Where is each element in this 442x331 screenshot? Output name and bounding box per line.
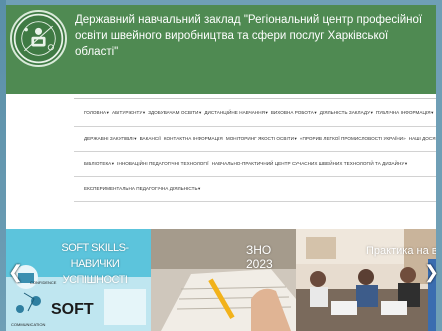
nav-row: БІБЛІОТЕКА▾ ІННОВАЦІЙНІ ПЕДАГОГІЧНІ ТЕХНО… bbox=[74, 152, 436, 177]
chevron-down-icon: ▾ bbox=[142, 109, 146, 115]
nav-row: ГОЛОВНА▾ АБІТУРІЄНТУ▾ ЗДОБУВАЧАМ ОСВІТИ▾ ДИ… bbox=[74, 99, 436, 127]
nav-item-label: АБІТУРІЄНТУ bbox=[112, 109, 143, 115]
nav-item-label: ІННОВАЦІЙНІ ПЕДАГОГІЧНІ ТЕХНОЛОГІЇ bbox=[117, 161, 209, 166]
nav-item-label: НАВЧАЛЬНО-ПРАКТИЧНИЙ ЦЕНТР СУЧАСНИХ ШВЕЙ… bbox=[211, 161, 405, 166]
nav-item[interactable]: «ПРОРИВ ЛЕГКОЇ ПРОМИСЛОВОСТІ УКРАЇНИ» bbox=[300, 136, 406, 142]
chevron-down-icon: ▾ bbox=[265, 109, 268, 115]
nav-item-label: НАШІ ДОСЯГНЕННЯ bbox=[408, 136, 436, 141]
image-slider[interactable]: SOFT SKILLS-НАВИЧКИ УСПІШНОСТІ SOFT CONF… bbox=[0, 229, 442, 331]
nav-item[interactable]: ГОЛОВНА▾ bbox=[84, 110, 109, 116]
nav-item[interactable]: АБІТУРІЄНТУ▾ bbox=[112, 110, 145, 116]
nav-item[interactable]: ЗДОБУВАЧАМ ОСВІТИ▾ bbox=[148, 110, 201, 116]
chevron-down-icon: ▾ bbox=[106, 109, 109, 115]
chevron-down-icon: ▾ bbox=[199, 109, 202, 115]
chevron-down-icon: ▾ bbox=[111, 161, 115, 166]
chevron-down-icon: ▾ bbox=[370, 109, 373, 115]
nav-item[interactable]: ІННОВАЦІЙНІ ПЕДАГОГІЧНІ ТЕХНОЛОГІЇ bbox=[117, 161, 208, 167]
nav-item[interactable]: МОНІТОРИНГ ЯКОСТІ ОСВІТИ▾ bbox=[226, 136, 297, 142]
nav-item-label: БІБЛІОТЕКА bbox=[84, 161, 112, 166]
nav-item-label: ЗДОБУВАЧАМ ОСВІТИ bbox=[148, 109, 199, 115]
slide-label: CONFIDENCE bbox=[30, 280, 57, 285]
arrow-right-icon[interactable]: ❯ bbox=[424, 262, 439, 283]
arrow-left-icon[interactable]: ❮ bbox=[8, 262, 23, 283]
chevron-down-icon: ▾ bbox=[134, 136, 137, 141]
nav-item-label: ГОЛОВНА bbox=[84, 109, 107, 115]
nav-item-label: ЕКСПЕРИМЕНТАЛЬНА ПЕДАГОГІЧНА ДІЯЛЬНІСТЬ bbox=[84, 186, 198, 191]
slide-practice[interactable]: Практика на в bbox=[296, 229, 442, 331]
slide-caption: SOFT SKILLS-НАВИЧКИ УСПІШНОСТІ bbox=[61, 242, 129, 286]
site-title[interactable]: Державний навчальний заклад "Регіональни… bbox=[75, 12, 425, 60]
nav-item[interactable]: ЕКСПЕРИМЕНТАЛЬНА ПЕДАГОГІЧНА ДІЯЛЬНІСТЬ▾ bbox=[84, 186, 200, 192]
main-navigation: ГОЛОВНА▾ АБІТУРІЄНТУ▾ ЗДОБУВАЧАМ ОСВІТИ▾ ДИ… bbox=[74, 98, 436, 216]
nav-item[interactable]: БІБЛІОТЕКА▾ bbox=[84, 161, 114, 167]
slide-caption: ЗНО 2023 bbox=[246, 243, 273, 271]
nav-item[interactable]: НАВЧАЛЬНО-ПРАКТИЧНИЙ ЦЕНТР СУЧАСНИХ ШВЕЙ… bbox=[212, 161, 408, 167]
chevron-down-icon: ▾ bbox=[431, 109, 434, 115]
nav-item[interactable]: НАШІ ДОСЯГНЕННЯ bbox=[409, 136, 436, 142]
nav-item-label: «ПРОРИВ ЛЕГКОЇ ПРОМИСЛОВОСТІ УКРАЇНИ» bbox=[299, 136, 406, 141]
slide-caption: Практика на в bbox=[366, 245, 438, 257]
nav-item-label: КОНТАКТНА ІНФОРМАЦІЯ bbox=[163, 136, 223, 141]
browser-frame-left bbox=[0, 0, 6, 331]
nav-item[interactable]: ВИХОВНА РОБОТА▾ bbox=[271, 110, 317, 116]
chevron-down-icon: ▾ bbox=[314, 109, 317, 115]
nav-item-label: ДЕРЖАВНІ ЗАКУПІВЛІ bbox=[84, 136, 134, 141]
nav-row: ЕКСПЕРИМЕНТАЛЬНА ПЕДАГОГІЧНА ДІЯЛЬНІСТЬ▾ bbox=[74, 177, 436, 202]
nav-item-label: ПУБЛІЧНА ІНФОРМАЦІЯ bbox=[375, 109, 431, 115]
nav-item[interactable]: ДІЯЛЬНІСТЬ ЗАКЛАДУ▾ bbox=[320, 110, 373, 116]
nav-item-label: ДИСТАНЦІЙНЕ НАВЧАННЯ bbox=[204, 109, 265, 115]
nav-item-label: МОНІТОРИНГ ЯКОСТІ ОСВІТИ bbox=[225, 136, 295, 141]
chevron-down-icon: ▾ bbox=[198, 186, 201, 191]
browser-frame-top bbox=[0, 0, 442, 5]
nav-item-label: ВИХОВНА РОБОТА bbox=[270, 109, 314, 115]
nav-item-label: ДІЯЛЬНІСТЬ ЗАКЛАДУ bbox=[319, 109, 371, 115]
slide-zno[interactable]: ЗНО 2023 bbox=[151, 229, 296, 331]
nav-item[interactable]: ПУБЛІЧНА ІНФОРМАЦІЯ▾ bbox=[376, 110, 434, 116]
nav-item[interactable]: ДИСТАНЦІЙНЕ НАВЧАННЯ▾ bbox=[204, 110, 267, 116]
chevron-down-icon: ▾ bbox=[404, 161, 408, 166]
site-header: Державний навчальний заклад "Регіональни… bbox=[0, 0, 442, 94]
nav-item-label: ВАКАНСІЇ bbox=[139, 136, 161, 141]
nav-item[interactable]: КОНТАКТНА ІНФОРМАЦІЯ bbox=[164, 136, 223, 142]
chevron-down-icon: ▾ bbox=[294, 136, 297, 141]
slide-word: SOFT bbox=[51, 301, 94, 318]
slide-label: COMMUNICATION bbox=[11, 322, 46, 327]
logo-emblem-icon bbox=[13, 13, 64, 64]
nav-item[interactable]: ДЕРЖАВНІ ЗАКУПІВЛІ▾ bbox=[84, 136, 137, 142]
site-logo[interactable] bbox=[10, 10, 67, 67]
nav-item[interactable]: ВАКАНСІЇ bbox=[140, 136, 161, 142]
slide-soft-skills[interactable]: SOFT SKILLS-НАВИЧКИ УСПІШНОСТІ SOFT CONF… bbox=[6, 229, 151, 331]
nav-row: ДЕРЖАВНІ ЗАКУПІВЛІ▾ ВАКАНСІЇ КОНТАКТНА ІНФ… bbox=[74, 127, 436, 152]
